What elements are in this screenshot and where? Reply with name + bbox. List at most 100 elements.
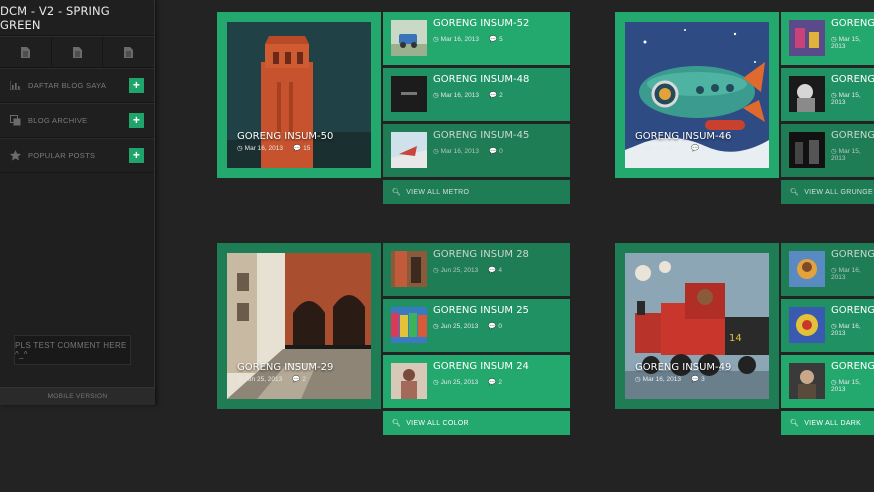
- featured-title[interactable]: GORENG INSUM-49: [635, 362, 731, 373]
- menu-item-blog-archive[interactable]: BLOG ARCHIVE +: [0, 103, 154, 138]
- clock-icon: ◷: [237, 376, 243, 383]
- expand-plus-button[interactable]: +: [129, 78, 144, 93]
- comment-icon: 💬: [690, 376, 700, 383]
- post-date: Jun 25, 2013: [244, 376, 283, 383]
- document-icon[interactable]: [52, 37, 104, 67]
- post-thumbnail[interactable]: [789, 20, 825, 56]
- list-item[interactable]: GORENG INSUM 25 ◷ Jun 25, 2013 💬 0: [383, 299, 570, 352]
- search-icon: 🔍︎: [790, 189, 800, 196]
- clock-icon: ◷: [433, 379, 439, 386]
- featured-caption: GORENG INSUM-46 ◷ Mar 16, 2013 💬 3: [635, 131, 731, 152]
- comment-count: 0: [498, 323, 502, 330]
- featured-post[interactable]: GORENG INSUM-46 ◷ Mar 16, 2013 💬 3: [615, 12, 779, 178]
- post-thumbnail[interactable]: [391, 363, 427, 399]
- star-icon: [9, 150, 21, 162]
- expand-plus-button[interactable]: +: [129, 113, 144, 128]
- post-thumbnail[interactable]: [391, 20, 427, 56]
- document-icon[interactable]: [103, 37, 154, 67]
- post-thumbnail[interactable]: [789, 363, 825, 399]
- post-title[interactable]: GORENG INSUM 25: [433, 305, 529, 316]
- featured-post[interactable]: 14 GORENG INSUM-49 ◷ Mar 16, 2013 💬 3: [615, 243, 779, 409]
- svg-text:14: 14: [729, 333, 742, 344]
- post-title[interactable]: GORENG INSUM-45: [433, 130, 529, 141]
- list-item[interactable]: GORENG INS ◷Mar 15, 2013: [781, 68, 874, 121]
- search-icon: 🔍︎: [392, 189, 402, 196]
- post-thumbnail[interactable]: [789, 132, 825, 168]
- comment-count: 15: [303, 145, 311, 152]
- list-item[interactable]: GORENG INS ◷Mar 15, 2013: [781, 124, 874, 177]
- post-thumbnail[interactable]: [391, 307, 427, 343]
- post-date: Jun 25, 2013: [440, 267, 479, 274]
- view-all-grunge-button[interactable]: 🔍︎ VIEW ALL GRUNGE: [781, 180, 874, 204]
- document-icon[interactable]: [0, 37, 52, 67]
- featured-title[interactable]: GORENG INSUM-29: [237, 362, 333, 373]
- comment-count: 2: [499, 92, 503, 99]
- comment-icon: 💬: [292, 376, 301, 383]
- blog-title[interactable]: DCM - V2 - SPRING GREEN: [0, 0, 154, 36]
- featured-title[interactable]: GORENG INSUM-50: [237, 131, 333, 142]
- comment-icon: 💬: [488, 148, 498, 155]
- post-title[interactable]: GORENG INS: [831, 130, 874, 141]
- list-item[interactable]: GORENG INS ◷Mar 15, 2013: [781, 355, 874, 408]
- view-all-dark-button[interactable]: 🔍︎ VIEW ALL DARK: [781, 411, 874, 435]
- post-date: Mar 16, 2013: [642, 145, 681, 152]
- post-thumbnail[interactable]: [789, 307, 825, 343]
- clock-icon: ◷: [831, 379, 837, 386]
- clock-icon: ◷: [433, 148, 439, 155]
- clock-icon: ◷: [831, 323, 837, 330]
- list-item[interactable]: GORENG INS ◷Mar 16, 2013: [781, 299, 874, 352]
- menu-item-popular-posts[interactable]: POPULAR POSTS +: [0, 138, 154, 173]
- featured-post[interactable]: GORENG INSUM-29 ◷ Jun 25, 2013 💬 2: [217, 243, 381, 409]
- clock-icon: ◷: [433, 323, 439, 330]
- copy-icon: [9, 115, 21, 127]
- clock-icon: ◷: [433, 36, 439, 43]
- comment-icon: 💬: [690, 145, 700, 152]
- post-date: Mar 16, 2013: [440, 36, 479, 43]
- post-title[interactable]: GORENG INSUM-48: [433, 74, 529, 85]
- comment-icon: 💬: [488, 267, 497, 274]
- comment-icon: 💬: [488, 36, 498, 43]
- view-all-label: VIEW ALL COLOR: [406, 419, 469, 427]
- comment-count: 2: [302, 376, 306, 383]
- featured-post[interactable]: GORENG INSUM-50 ◷ Mar 16, 2013 💬 15: [217, 12, 381, 178]
- post-title[interactable]: GORENG INSUM 28: [433, 249, 529, 260]
- post-date: Mar 16, 2013: [440, 148, 479, 155]
- list-item[interactable]: GORENG INS ◷Mar 15, 2013: [781, 12, 874, 65]
- list-item[interactable]: GORENG INSUM 24 ◷ Jun 25, 2013 💬 2: [383, 355, 570, 408]
- clock-icon: ◷: [831, 267, 837, 274]
- mobile-version-link[interactable]: MOBILE VERSION: [0, 387, 155, 405]
- post-title[interactable]: GORENG INSUM 24: [433, 361, 529, 372]
- test-comment-button[interactable]: PLS TEST COMMENT HERE ^_^: [14, 335, 131, 365]
- list-item[interactable]: GORENG INSUM 28 ◷ Jun 25, 2013 💬 4: [383, 243, 570, 296]
- post-title[interactable]: GORENG INS: [831, 249, 874, 260]
- post-title[interactable]: GORENG INS: [831, 361, 874, 372]
- comment-icon: 💬: [488, 92, 498, 99]
- comment-count: 3: [701, 376, 705, 383]
- featured-title[interactable]: GORENG INSUM-46: [635, 131, 731, 142]
- post-thumbnail[interactable]: [391, 132, 427, 168]
- list-item[interactable]: GORENG INSUM-48 ◷ Mar 16, 2013 💬 2: [383, 68, 570, 121]
- menu-item-label: POPULAR POSTS: [28, 151, 96, 160]
- list-item[interactable]: GORENG INSUM-45 ◷ Mar 16, 2013 💬 0: [383, 124, 570, 177]
- post-thumbnail[interactable]: [391, 76, 427, 112]
- list-item[interactable]: GORENG INSUM-52 ◷ Mar 16, 2013 💬 5: [383, 12, 570, 65]
- post-title[interactable]: GORENG INS: [831, 18, 874, 29]
- list-item[interactable]: GORENG INS ◷Mar 16, 2013: [781, 243, 874, 296]
- clock-icon: ◷: [433, 92, 439, 99]
- menu-item-daftar-blog[interactable]: DAFTAR BLOG SAYA +: [0, 68, 154, 103]
- view-all-color-button[interactable]: 🔍︎ VIEW ALL COLOR: [383, 411, 570, 435]
- view-all-label: VIEW ALL DARK: [804, 419, 862, 427]
- post-title[interactable]: GORENG INSUM-52: [433, 18, 529, 29]
- view-all-metro-button[interactable]: 🔍︎ VIEW ALL METRO: [383, 180, 570, 204]
- post-title[interactable]: GORENG INS: [831, 74, 874, 85]
- post-thumbnail[interactable]: [789, 76, 825, 112]
- post-thumbnail[interactable]: [789, 251, 825, 287]
- post-title[interactable]: GORENG INS: [831, 305, 874, 316]
- post-thumbnail[interactable]: [391, 251, 427, 287]
- comment-count: 2: [498, 379, 502, 386]
- expand-plus-button[interactable]: +: [129, 148, 144, 163]
- comment-icon: 💬: [488, 323, 497, 330]
- menu-item-label: DAFTAR BLOG SAYA: [28, 81, 107, 90]
- sidebar: DCM - V2 - SPRING GREEN DAFTAR BLOG SAYA…: [0, 0, 155, 405]
- search-icon: 🔍︎: [790, 420, 800, 427]
